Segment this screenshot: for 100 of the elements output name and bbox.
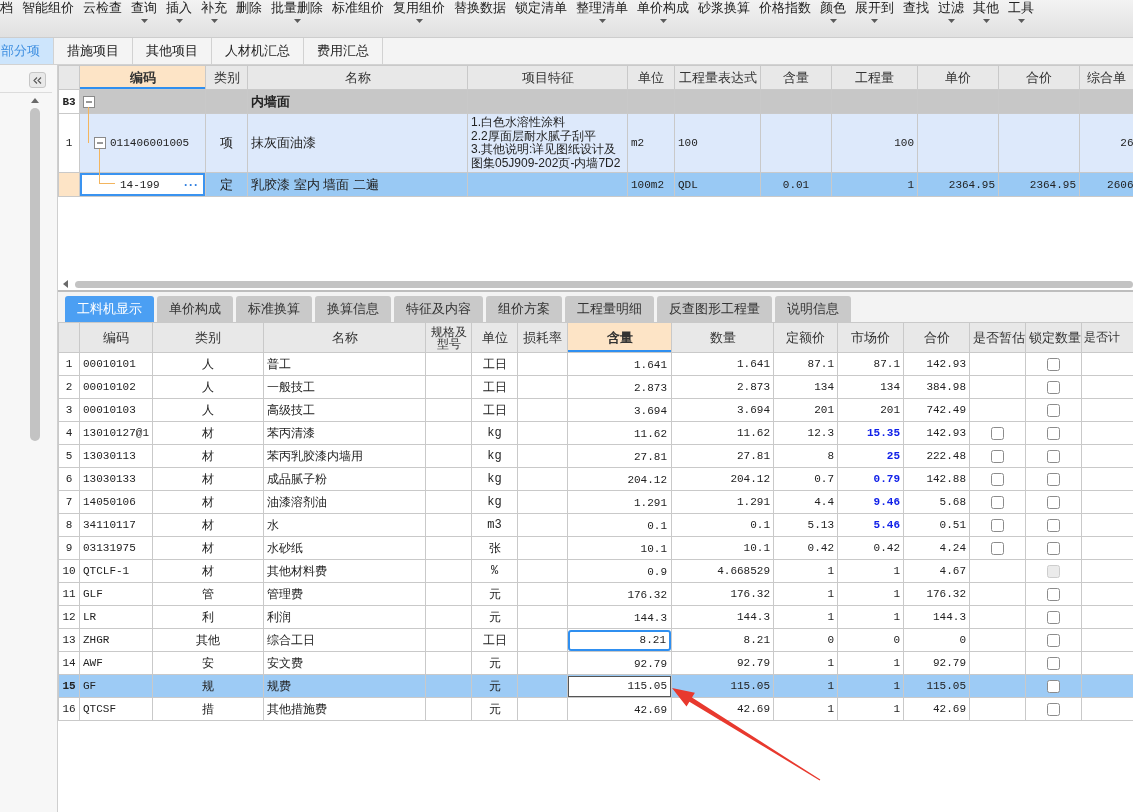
checkbox[interactable] xyxy=(991,472,1004,486)
table-cell: 1.641 xyxy=(671,352,774,376)
table-cell: 规 xyxy=(152,674,264,698)
more-button[interactable]: ··· xyxy=(184,177,199,192)
toolbar-button[interactable]: 工具 xyxy=(1008,0,1034,30)
toolbar-button[interactable]: 其他 xyxy=(973,0,999,30)
toolbar-button[interactable]: 价格指数 xyxy=(759,0,811,30)
table-row[interactable]: 9 03131975 材 水砂纸 张 10.1 10.1 0.42 0.42 4.24 xyxy=(58,536,1133,560)
detail-tab[interactable]: 特征及内容 xyxy=(394,296,483,322)
table-row[interactable]: B3 内墙面 xyxy=(58,89,1133,114)
table-row[interactable]: 15 GF 规 规费 元 115.05 115.05 1 1 115.05 xyxy=(58,674,1133,698)
toolbar-button[interactable]: 档 xyxy=(0,0,13,30)
table-row[interactable]: 1 011406001005 项 抹灰面油漆 1.白色水溶性涂料 2.2厚面层耐水腻子刮平 3.其他说明:详见图纸设计及图集05J909-202页-内墙7D2 m2 100 100 26 xyxy=(58,113,1133,173)
column-header: 工程量 xyxy=(831,65,918,90)
table-cell: 12.3 xyxy=(773,421,838,445)
active-cell[interactable]: 14-199 ··· xyxy=(80,173,205,196)
detail-tab[interactable]: 标准换算 xyxy=(236,296,312,322)
table-cell: 8.21 xyxy=(671,628,774,652)
detail-tab[interactable]: 说明信息 xyxy=(775,296,851,322)
checkbox[interactable] xyxy=(991,449,1004,463)
checkbox[interactable] xyxy=(1047,702,1060,716)
column-header: 名称 xyxy=(247,65,468,90)
code-text: 011406001005 xyxy=(110,137,190,149)
minus-box-icon[interactable] xyxy=(83,95,95,108)
toolbar-button[interactable]: 砂浆换算 xyxy=(698,0,750,30)
checkbox[interactable] xyxy=(991,426,1004,440)
scrollbar-thumb[interactable] xyxy=(29,108,40,441)
table-row[interactable]: 5 13030113 材 苯丙乳胶漆内墙用 kg 27.81 27.81 8 25 222.48 xyxy=(58,444,1133,468)
toolbar-button[interactable]: 删除 xyxy=(236,0,262,30)
checkbox[interactable] xyxy=(1047,656,1060,670)
checkbox[interactable] xyxy=(991,518,1004,532)
checkbox[interactable] xyxy=(1047,403,1060,417)
table-row[interactable]: 16 QTCSF 措 其他措施费 元 42.69 42.69 1 1 42.69 xyxy=(58,697,1133,721)
checkbox[interactable] xyxy=(1047,633,1060,647)
toolbar-button[interactable]: 智能组价 xyxy=(22,0,74,30)
checkbox[interactable] xyxy=(1047,472,1060,486)
detail-tab[interactable]: 换算信息 xyxy=(315,296,391,322)
table-row[interactable]: 11 GLF 管 管理费 元 176.32 176.32 1 1 176.32 xyxy=(58,582,1133,606)
toolbar-button[interactable]: 批量删除 xyxy=(271,0,323,30)
table-cell: QTCSF xyxy=(79,697,153,721)
toolbar-button[interactable]: 过滤 xyxy=(938,0,964,30)
table-row[interactable]: 8 34110117 材 水 m3 0.1 0.1 5.13 5.46 0.51 xyxy=(58,513,1133,537)
table-cell: 142.88 xyxy=(903,467,970,491)
checkbox[interactable] xyxy=(1047,518,1060,532)
table-row[interactable]: 3 00010103 人 高级技工 工日 3.694 3.694 201 201 742.49 xyxy=(58,398,1133,422)
table-cell-text: 0.1 xyxy=(646,518,668,534)
table-row[interactable]: 12 LR 利 利润 元 144.3 144.3 1 1 144.3 xyxy=(58,605,1133,629)
detail-tab[interactable]: 组价方案 xyxy=(486,296,562,322)
table-row[interactable]: 7 14050106 材 油漆溶剂油 kg 1.291 1.291 4.4 9.46 5.68 xyxy=(58,490,1133,514)
toolbar-button[interactable]: 颜色 xyxy=(820,0,846,30)
column-header: 单位 xyxy=(627,65,675,90)
toolbar-button[interactable]: 复用组价 xyxy=(393,0,445,30)
detail-tab[interactable]: 单价构成 xyxy=(157,296,233,322)
scroll-left-icon[interactable] xyxy=(63,280,68,288)
toolbar-button[interactable]: 锁定清单 xyxy=(515,0,567,30)
toolbar-button[interactable]: 插入 xyxy=(166,0,192,30)
table-row[interactable]: 10 QTCLF-1 材 其他材料费 % 0.9 4.668529 1 1 4.67 xyxy=(58,559,1133,583)
toolbar-button[interactable]: 整理清单 xyxy=(576,0,628,30)
toolbar-button[interactable]: 补充 xyxy=(201,0,227,30)
table-row[interactable]: 14 AWF 安 安文费 元 92.79 92.79 1 1 92.79 xyxy=(58,651,1133,675)
toolbar-button[interactable]: 标准组价 xyxy=(332,0,384,30)
table-row[interactable]: 2 00010102 人 一般技工 工日 2.873 2.873 134 134 384.98 xyxy=(58,375,1133,399)
checkbox[interactable] xyxy=(1047,610,1060,624)
scrollbar-thumb[interactable] xyxy=(75,280,1133,288)
input-field[interactable]: 115.05 xyxy=(568,675,671,697)
table-row[interactable]: 14-199 ··· 定 乳胶漆 室内 墙面 二遍 100m2 QDL 0.01 1 2364.95 2364.95 2606 xyxy=(58,172,1133,197)
checkbox[interactable] xyxy=(1047,380,1060,394)
checkbox[interactable] xyxy=(991,541,1004,555)
table-row[interactable]: 4 13010127@1 材 苯丙清漆 kg 11.62 11.62 12.3 15.35 142.93 xyxy=(58,421,1133,445)
checkbox[interactable] xyxy=(1047,679,1060,693)
checkbox[interactable] xyxy=(1047,495,1060,509)
toolbar-button[interactable]: 替换数据 xyxy=(454,0,506,30)
checkbox[interactable] xyxy=(1047,541,1060,555)
checkbox[interactable] xyxy=(1047,449,1060,463)
toolbar-button[interactable]: 查找 xyxy=(903,0,929,30)
toolbar-button[interactable]: 查询 xyxy=(131,0,157,30)
table-row[interactable]: 6 13030133 材 成品腻子粉 kg 204.12 204.12 0.7 0.79 142.88 xyxy=(58,467,1133,491)
toolbar-button[interactable]: 单价构成 xyxy=(637,0,689,30)
feature-text: 3.其他说明:详见图纸设计及图集05J909-202页-内墙7D2 xyxy=(471,143,622,170)
column-header: 单价 xyxy=(917,65,999,90)
collapse-button[interactable] xyxy=(29,72,46,88)
table-cell: 92.79 xyxy=(903,651,970,675)
minus-box-icon[interactable] xyxy=(94,137,106,149)
table-row[interactable]: 13 ZHGR 其他 综合工日 工日 8.21 8.21 0 0 0 xyxy=(58,628,1133,652)
checkbox[interactable] xyxy=(1047,587,1060,601)
scroll-up-icon[interactable] xyxy=(30,98,39,103)
checkbox[interactable] xyxy=(1047,357,1060,371)
table-row[interactable]: 1 00010101 人 普工 工日 1.641 1.641 87.1 87.1 142.93 xyxy=(58,352,1133,376)
checkbox[interactable] xyxy=(991,495,1004,509)
column-header: 市场价 xyxy=(837,322,904,353)
table-cell: 材 xyxy=(152,559,264,583)
column-header: 工程量表达式 xyxy=(674,65,761,90)
table-cell: 乳胶漆 室内 墙面 二遍 xyxy=(247,172,468,197)
checkbox[interactable] xyxy=(1047,426,1060,440)
toolbar-button[interactable]: 云检查 xyxy=(83,0,122,30)
toolbar-button[interactable]: 展开到 xyxy=(855,0,894,30)
detail-tab[interactable]: 工程量明细 xyxy=(565,296,654,322)
detail-tab[interactable]: 反查图形工程量 xyxy=(657,296,772,322)
table-cell: 144.3 xyxy=(903,605,970,629)
table-cell: 抹灰面油漆 xyxy=(247,113,468,173)
